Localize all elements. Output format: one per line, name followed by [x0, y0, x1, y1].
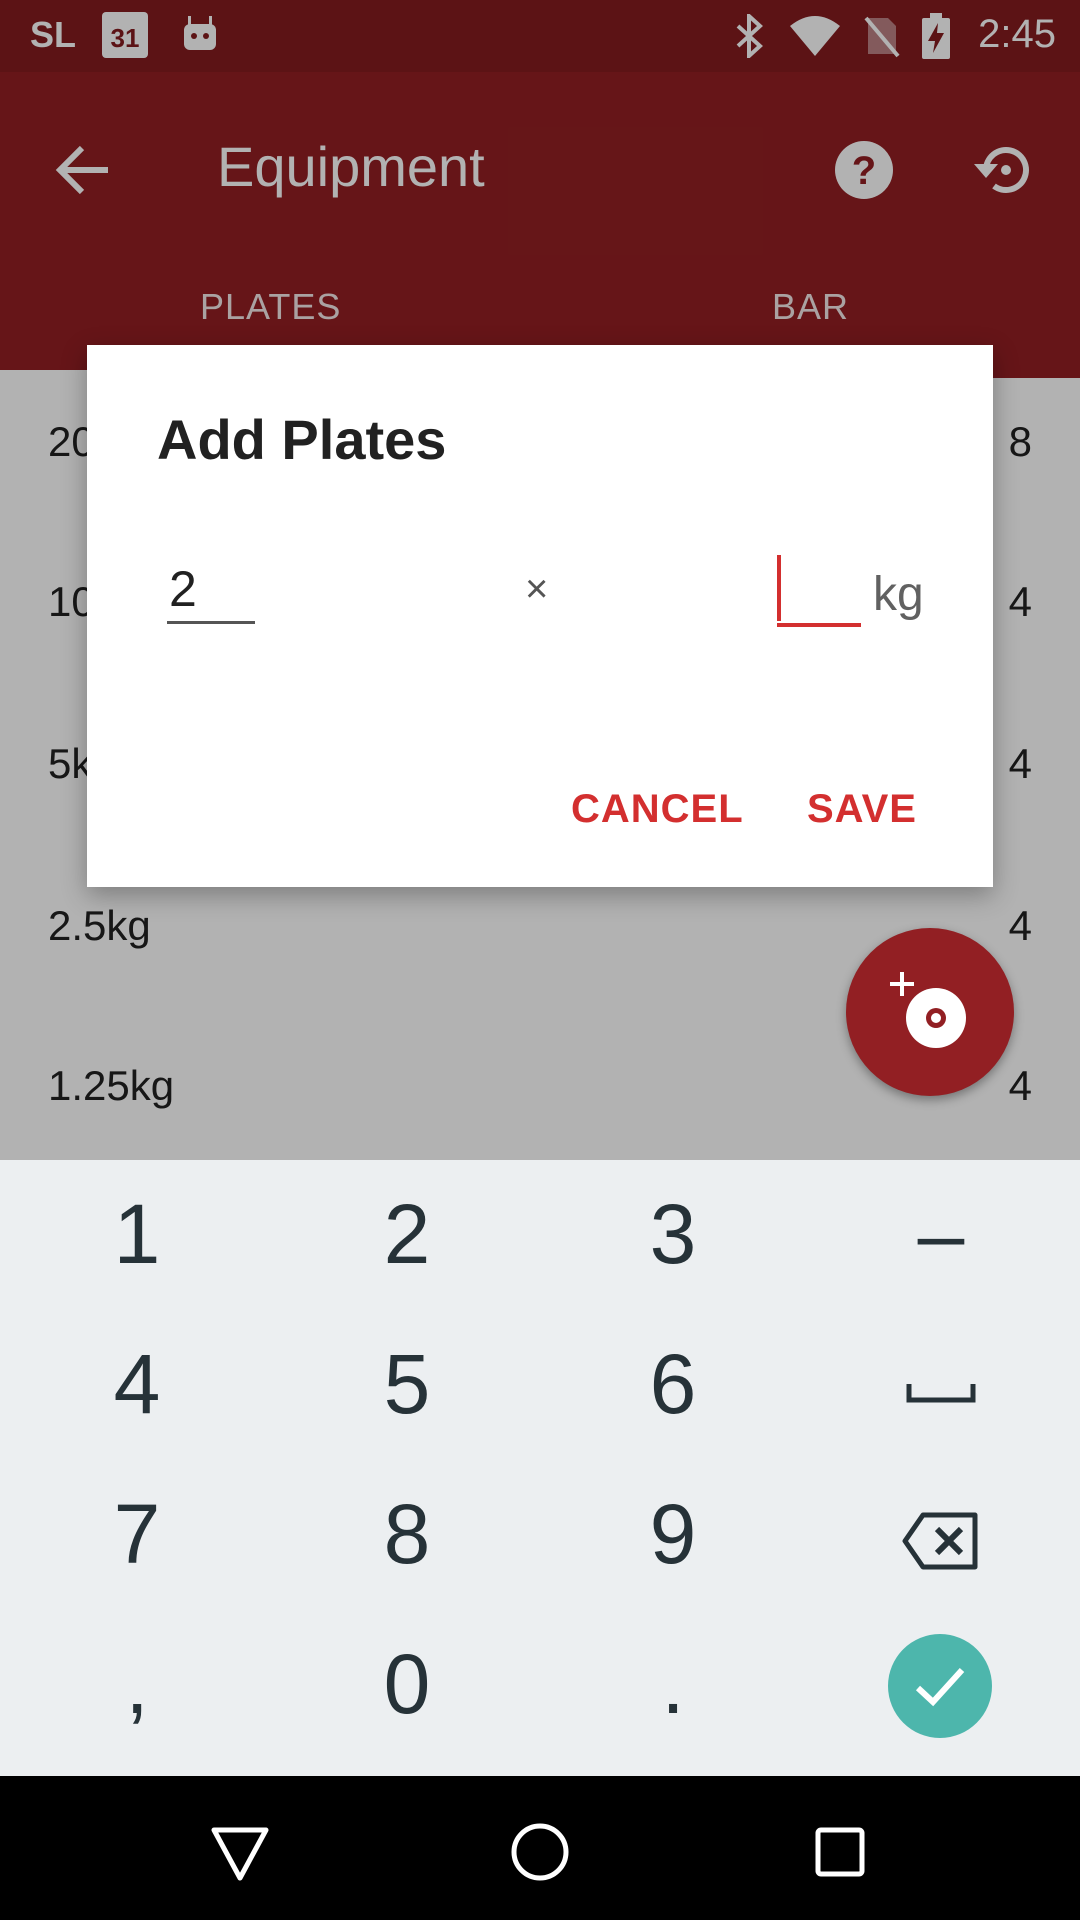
multiply-sign: ×	[525, 567, 549, 611]
numeric-keyboard: 1 2 3 – 4 5 6 7 8 9 , 0 .	[0, 1160, 1080, 1776]
text-cursor	[777, 555, 781, 621]
enter-key[interactable]	[888, 1634, 992, 1738]
key-5[interactable]: 5	[272, 1310, 542, 1458]
dialog-title: Add Plates	[157, 408, 447, 471]
recents-square-icon[interactable]	[808, 1820, 872, 1884]
home-circle-icon[interactable]	[508, 1820, 572, 1884]
key-7[interactable]: 7	[2, 1460, 272, 1608]
plate-weight-input[interactable]	[777, 555, 861, 627]
key-0[interactable]: 0	[272, 1610, 542, 1758]
backspace-icon	[902, 1512, 978, 1570]
space-bar-icon	[906, 1383, 976, 1403]
add-plate-icon	[890, 972, 966, 1048]
add-plates-dialog: Add Plates 2 × kg CANCEL SAVE	[87, 345, 993, 887]
cancel-button[interactable]: CANCEL	[571, 787, 744, 832]
key-8[interactable]: 8	[272, 1460, 542, 1608]
add-plate-button[interactable]	[846, 928, 1014, 1096]
key-3[interactable]: 3	[538, 1160, 808, 1308]
key-9[interactable]: 9	[538, 1460, 808, 1608]
key-backspace[interactable]	[806, 1460, 1076, 1608]
key-1[interactable]: 1	[2, 1160, 272, 1308]
save-button[interactable]: SAVE	[807, 787, 917, 832]
system-nav-bar	[0, 1776, 1080, 1920]
key-period[interactable]: .	[538, 1610, 808, 1758]
key-2[interactable]: 2	[272, 1160, 542, 1308]
weight-unit-label: kg	[873, 568, 924, 621]
plate-count-input[interactable]: 2	[167, 557, 255, 624]
key-4[interactable]: 4	[2, 1310, 272, 1458]
checkmark-icon	[915, 1667, 965, 1707]
key-minus[interactable]: –	[806, 1160, 1076, 1308]
key-comma[interactable]: ,	[2, 1610, 272, 1758]
key-6[interactable]: 6	[538, 1310, 808, 1458]
key-space[interactable]	[806, 1310, 1076, 1458]
back-triangle-icon[interactable]	[208, 1820, 272, 1884]
